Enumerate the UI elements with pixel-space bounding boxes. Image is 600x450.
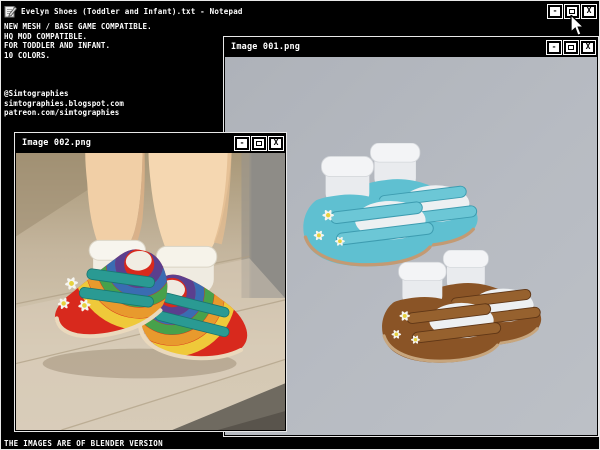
mouse-cursor-icon <box>570 15 586 37</box>
minimize-button[interactable]: - <box>548 4 562 18</box>
image-001-title: Image 001.png <box>231 42 301 52</box>
image-002-title: Image 002.png <box>22 138 92 148</box>
maximize-button[interactable] <box>252 136 266 150</box>
image-001-titlebar[interactable]: Image 001.png - X <box>224 37 598 57</box>
image-window-002: Image 002.png - X <box>14 132 287 432</box>
window-title: Evelyn Shoes (Toddler and Infant).txt - … <box>21 6 243 16</box>
maximize-button[interactable] <box>564 40 578 54</box>
brown-shoes-render <box>382 250 542 363</box>
close-button[interactable]: X <box>269 136 283 150</box>
notepad-window: { "main_window": { "title": "Evelyn Shoe… <box>0 0 600 450</box>
maximize-icon <box>256 140 262 146</box>
notepad-icon <box>4 5 17 17</box>
footer-note: THE IMAGES ARE OF BLENDER VERSION <box>4 439 163 448</box>
close-button[interactable]: X <box>581 40 595 54</box>
minimize-button[interactable]: - <box>235 136 249 150</box>
notepad-text[interactable]: NEW MESH / BASE GAME COMPATIBLE. HQ MOD … <box>4 22 152 118</box>
minimize-button[interactable]: - <box>547 40 561 54</box>
image-002-canvas <box>16 153 285 430</box>
rainbow-shoes-photo <box>16 153 285 430</box>
image-001-controls: - X <box>544 40 595 54</box>
image-002-titlebar[interactable]: Image 002.png - X <box>15 133 286 153</box>
maximize-icon <box>569 8 575 14</box>
notepad-titlebar[interactable]: Evelyn Shoes (Toddler and Infant).txt - … <box>1 1 599 21</box>
image-002-controls: - X <box>232 136 283 150</box>
maximize-icon <box>568 44 574 50</box>
